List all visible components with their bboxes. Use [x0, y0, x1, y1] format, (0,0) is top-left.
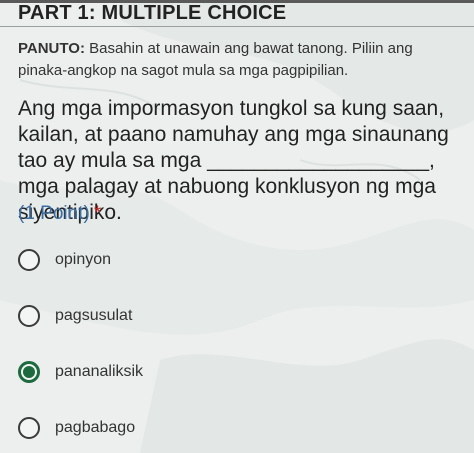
required-marker: * — [93, 203, 102, 224]
points-label: (1 Point) — [18, 203, 90, 224]
radio-selected-icon[interactable] — [18, 361, 40, 383]
section-divider — [0, 26, 474, 27]
option-pagsusulat[interactable]: pagsusulat — [18, 302, 318, 330]
radio-unselected-icon[interactable] — [18, 305, 40, 327]
instructions-lead: PANUTO: — [18, 40, 85, 57]
option-pananaliksik[interactable]: pananaliksik — [18, 358, 318, 386]
option-label: pananaliksik — [55, 363, 144, 380]
question-points: (1 Point) * — [18, 203, 101, 225]
radio-unselected-icon[interactable] — [18, 249, 40, 271]
option-label: pagsusulat — [55, 307, 133, 324]
section-title: PART 1: MULTIPLE CHOICE — [18, 2, 287, 24]
radio-unselected-icon[interactable] — [18, 417, 40, 439]
option-label: pagbabago — [55, 419, 136, 436]
form-section: PART 1: MULTIPLE CHOICE PANUTO: Basahin … — [0, 0, 474, 453]
radio-dot-icon — [23, 366, 35, 378]
option-pagbabago[interactable]: pagbabago — [18, 414, 318, 442]
option-opinyon[interactable]: opinyon — [18, 246, 318, 274]
top-bar — [0, 0, 474, 3]
instructions: PANUTO: Basahin at unawain ang bawat tan… — [18, 38, 458, 82]
option-label: opinyon — [55, 251, 112, 268]
